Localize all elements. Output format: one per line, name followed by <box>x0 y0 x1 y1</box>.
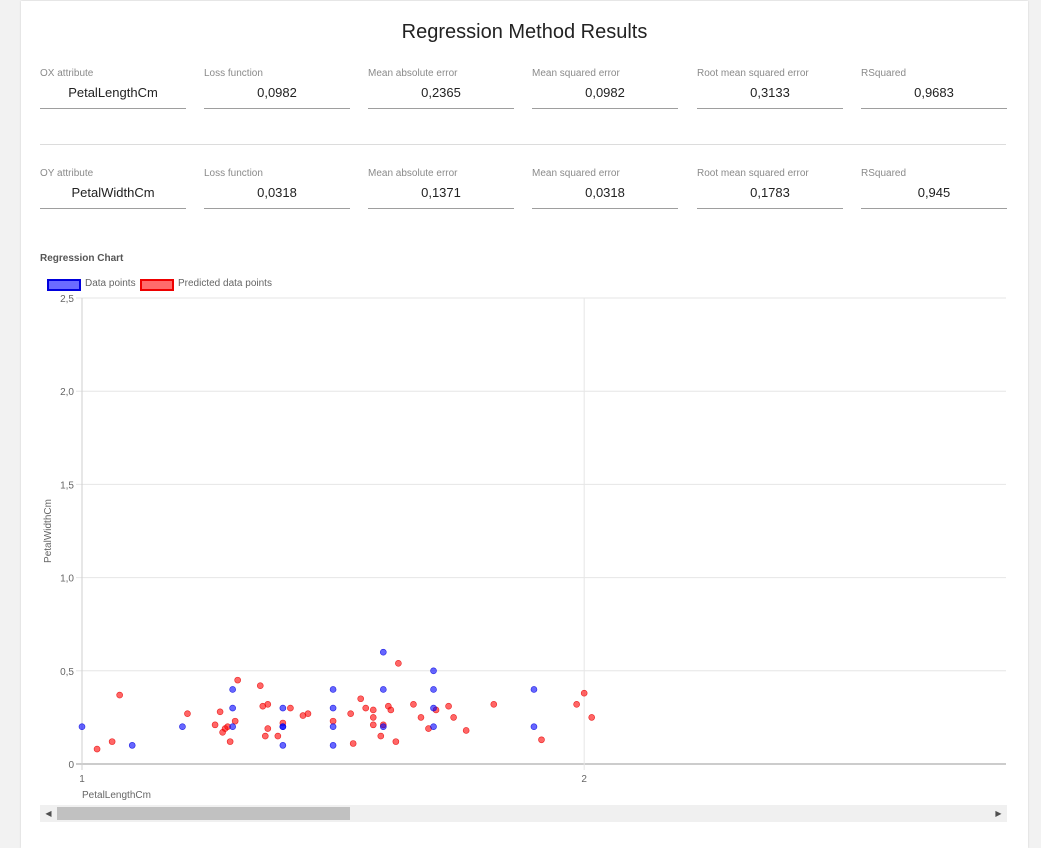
predicted-data-point <box>304 710 312 717</box>
predicted-data-point <box>261 732 269 740</box>
predicted-data-point <box>410 701 417 708</box>
predicted-data-point <box>395 660 402 667</box>
predicted-data-point <box>573 701 580 708</box>
x-tick-label: 1 <box>79 774 85 785</box>
y-axis-label: PetalWidthCm <box>43 499 54 563</box>
predicted-data-point <box>231 717 239 725</box>
data-point <box>78 723 86 731</box>
scrollbar-thumb[interactable] <box>57 807 350 820</box>
predicted-data-point <box>490 701 498 708</box>
y-tick-label: 1,0 <box>60 574 74 585</box>
data-point <box>128 742 136 749</box>
predicted-data-point <box>349 740 357 747</box>
predicted-data-point <box>329 717 337 725</box>
predicted-data-point <box>347 710 354 717</box>
predicted-data-point <box>93 745 101 753</box>
data-point <box>430 686 437 693</box>
horizontal-scrollbar[interactable]: ◀ ▶ <box>40 805 1007 822</box>
scroll-left-icon[interactable]: ◀ <box>40 805 57 822</box>
scroll-right-icon[interactable]: ▶ <box>990 805 1007 822</box>
data-point <box>380 723 387 731</box>
predicted-data-point <box>234 676 241 684</box>
predicted-data-point <box>226 738 234 745</box>
data-point <box>530 723 538 731</box>
predicted-data-point <box>377 732 385 740</box>
y-tick-label: 0 <box>68 760 74 771</box>
predicted-data-point <box>392 738 400 745</box>
predicted-data-point <box>256 682 264 690</box>
predicted-data-point <box>369 721 377 729</box>
predicted-data-point <box>211 721 219 729</box>
predicted-data-point <box>287 704 294 712</box>
predicted-data-point <box>184 710 191 717</box>
data-point <box>229 686 236 693</box>
y-tick-label: 1,5 <box>60 480 74 491</box>
predicted-data-point <box>357 695 365 703</box>
data-point <box>279 704 287 712</box>
predicted-data-point <box>387 706 395 714</box>
predicted-data-point <box>588 714 596 721</box>
predicted-data-point <box>417 714 425 721</box>
predicted-data-point <box>369 706 377 714</box>
data-point <box>179 723 186 731</box>
data-point <box>229 704 236 712</box>
data-point <box>430 723 437 731</box>
x-tick-label: 2 <box>581 774 587 785</box>
y-tick-label: 2,0 <box>60 387 74 398</box>
predicted-data-point <box>108 738 116 745</box>
y-tick-label: 2,5 <box>60 294 74 305</box>
data-point <box>229 723 236 731</box>
regression-chart: 0 0,5 1,0 1,5 2,0 2,5 1 2 PetalLengthCm PetalWidt… <box>43 294 1006 801</box>
data-point <box>329 686 337 693</box>
x-axis-label: PetalLengthCm <box>82 790 151 801</box>
predicted-data-point <box>538 736 545 744</box>
predicted-data-point <box>362 704 370 712</box>
data-point <box>380 648 387 656</box>
predicted-data-point <box>116 691 123 699</box>
data-point <box>380 686 387 693</box>
data-point <box>279 742 287 749</box>
y-tick-label: 0,5 <box>60 667 74 678</box>
predicted-data-point <box>580 689 588 697</box>
predicted-data-point <box>274 732 282 740</box>
results-card: Regression Method Results OX attribute P… <box>21 1 1028 848</box>
data-point <box>279 723 287 731</box>
data-point <box>329 704 337 712</box>
predicted-data-point <box>462 727 470 734</box>
data-point <box>329 742 337 749</box>
predicted-data-point <box>445 702 452 710</box>
predicted-data-point <box>216 708 224 716</box>
data-point <box>430 667 437 675</box>
data-point <box>430 704 437 712</box>
predicted-data-point <box>369 714 377 721</box>
data-point <box>530 686 538 693</box>
predicted-data-point <box>450 714 457 721</box>
predicted-data-point <box>264 701 272 708</box>
data-point <box>329 723 337 731</box>
predicted-data-point <box>264 725 272 732</box>
